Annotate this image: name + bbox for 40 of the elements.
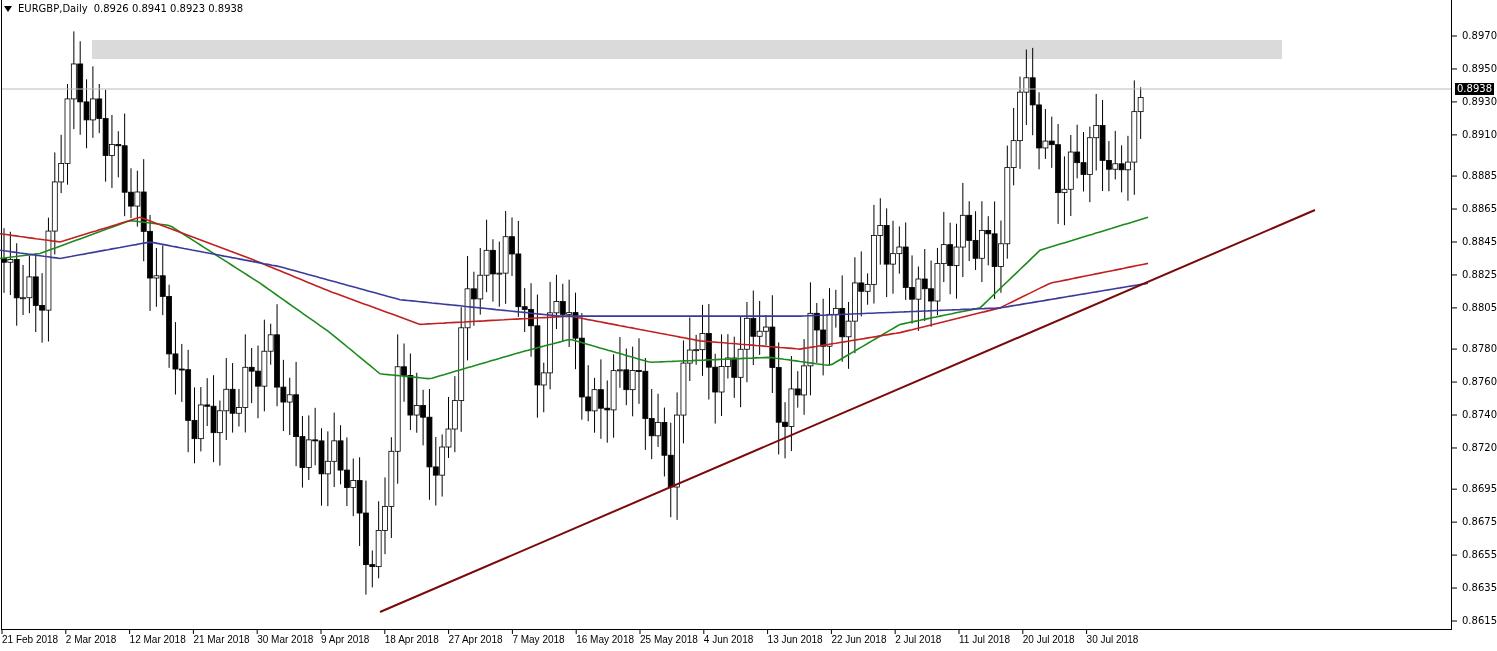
date-axis-label: 4 Jun 2018 [703,634,754,645]
price-axis-label: 0.8825 [1462,268,1497,281]
price-axis-label: 0.8950 [1462,62,1497,75]
date-axis-label: 30 Mar 2018 [257,634,314,645]
date-axis-label: 20 Jul 2018 [1022,634,1075,645]
price-axis-label: 0.8615 [1462,615,1497,627]
price-axis-label: 0.8780 [1462,343,1497,356]
date-axis-label: 21 Mar 2018 [193,634,250,645]
current-price-tag: 0.8938 [1455,82,1494,95]
price-axis-label: 0.8740 [1462,409,1497,421]
date-axis-label: 22 Jun 2018 [831,634,887,645]
price-axis-label: 0.8720 [1462,441,1497,454]
date-axis-label: 25 May 2018 [640,634,698,645]
price-axis-label: 0.8970 [1462,30,1497,42]
symbol-label: EURGBP,Daily [18,3,88,14]
price-axis-label: 0.8695 [1462,483,1497,496]
price-axis-label: 0.8655 [1462,549,1497,562]
date-axis-label: 13 Jun 2018 [767,634,823,645]
date-axis-label: 12 Mar 2018 [129,634,186,645]
date-axis-label: 21 Feb 2018 [2,634,59,645]
price-axis-label: 0.8865 [1462,203,1497,215]
price-axis-label: 0.8845 [1462,236,1497,248]
price-axis-label: 0.8930 [1462,95,1497,108]
ohlc-values: 0.8926 0.8941 0.8923 0.8938 [93,3,244,14]
date-axis-label: 30 Jul 2018 [1086,634,1139,645]
date-axis-label: 16 May 2018 [576,634,634,645]
dropdown-triangle-icon[interactable] [4,5,12,12]
date-axis-label: 2 Mar 2018 [65,634,117,645]
price-axis-label: 0.8635 [1462,582,1497,595]
price-axis-label: 0.8805 [1462,301,1497,314]
date-axis-label: 11 Jul 2018 [959,634,1010,645]
price-axis-label: 0.8910 [1462,128,1497,141]
price-axis-label: 0.8675 [1462,516,1497,529]
date-axis-label: 27 Apr 2018 [448,634,503,645]
price-axis-label: 0.8885 [1462,170,1497,183]
date-axis-label: 9 Apr 2018 [321,634,370,645]
price-axis-label: 0.8760 [1462,376,1497,389]
date-axis-label: 7 May 2018 [512,634,565,645]
date-axis-label: 2 Jul 2018 [895,634,942,645]
date-axis-label: 18 Apr 2018 [384,634,439,645]
